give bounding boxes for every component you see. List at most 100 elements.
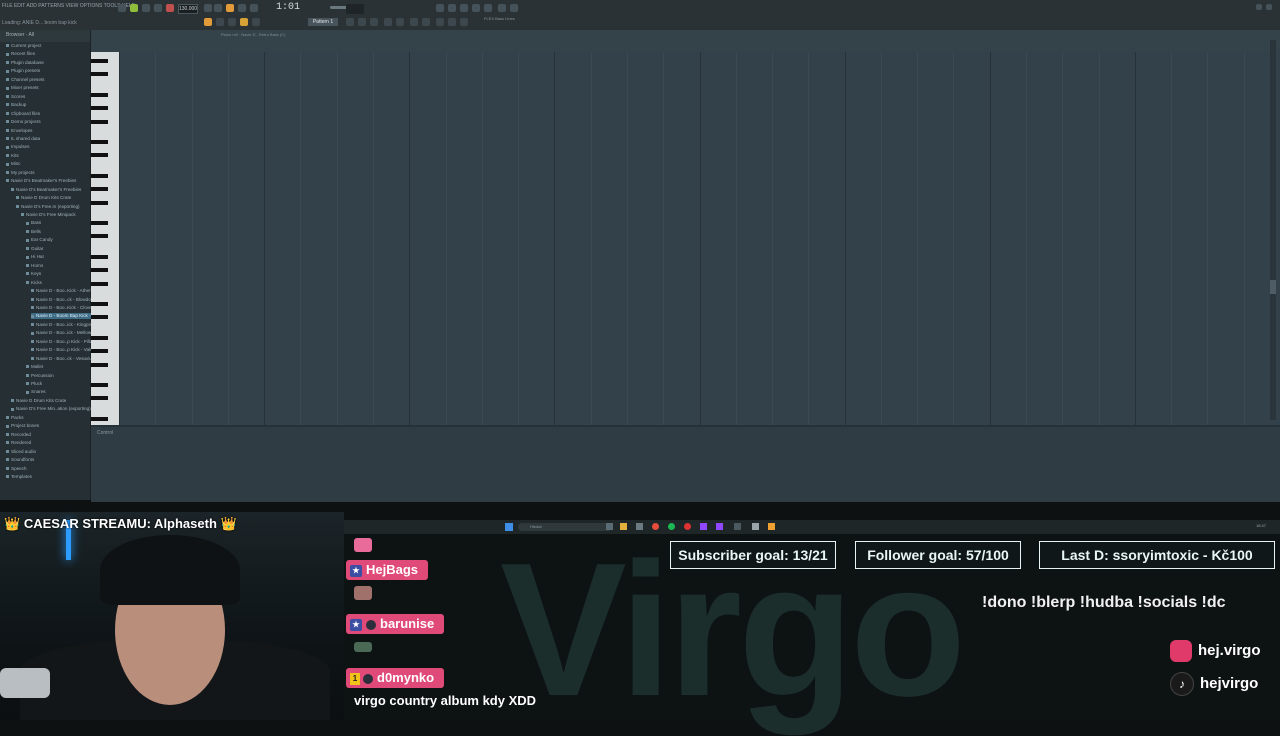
pencil-icon[interactable] [228,18,236,26]
play-button[interactable] [142,4,150,12]
pattern-selector[interactable]: Pattern 1 [308,18,338,26]
piano-roll-icon[interactable] [460,4,468,12]
minimize-icon[interactable] [1256,4,1262,10]
black-key[interactable] [91,119,108,124]
black-key[interactable] [91,349,108,353]
black-key[interactable] [91,153,108,158]
browser-item[interactable]: Soundfonts [6,457,34,463]
black-key[interactable] [91,234,108,239]
add-pattern-icon[interactable] [346,18,354,26]
browser-item[interactable]: Ear Candy [26,237,53,243]
countdown-icon[interactable] [226,4,234,12]
note-grid[interactable] [119,52,1280,425]
blend-icon[interactable] [238,4,246,12]
magnet-icon[interactable] [216,18,224,26]
pattern-song-toggle[interactable] [130,4,138,12]
browser-item[interactable]: IL shared data [6,136,40,142]
browser-item[interactable]: Plugin database [6,60,44,66]
browser-item[interactable]: Navie D - Boo..ick - Mellow [31,330,91,336]
browser-item[interactable]: Demo projects [6,119,41,125]
black-key[interactable] [91,58,108,63]
scrollbar-thumb[interactable] [1270,280,1276,294]
tool-icon[interactable] [370,18,378,26]
browser-item[interactable]: Navie D - Boo..Kick - Athena [31,288,94,294]
browser-item[interactable]: Speech [6,466,27,472]
black-key[interactable] [91,281,108,286]
browser-item[interactable]: Recent files [6,51,35,57]
browser-item[interactable]: Bass [26,220,41,226]
browser-title[interactable]: Browser · All [6,32,34,38]
browser-item[interactable]: Kits [6,153,19,159]
black-key[interactable] [91,301,108,306]
browser-item[interactable]: Navie D Drum Kits Crate [11,398,66,404]
wait-input-icon[interactable] [214,4,222,12]
browser-item[interactable]: Navie D Drum Kits Crate [16,195,71,201]
brush-icon[interactable] [240,18,248,26]
delete-icon[interactable] [252,18,260,26]
event-editor[interactable]: Control [91,425,1280,502]
tool-icon[interactable] [422,18,430,26]
browser-item[interactable]: Backup [6,102,26,108]
black-key[interactable] [91,396,108,401]
tool-icon[interactable] [448,18,456,26]
tool-icon[interactable] [460,18,468,26]
black-key[interactable] [91,315,108,320]
tempo-display[interactable]: 130.000 [178,4,198,14]
metronome-icon[interactable] [204,4,212,12]
browser-item[interactable]: Navie D's Beatmaker's Freebies [11,187,81,193]
browser-item[interactable]: Navie D's Free Min..ation (exporting) [11,406,91,412]
browser-item[interactable]: Navie D's Beatmaker's Freebies [6,178,76,184]
browser-item[interactable]: Clipboard files [6,111,40,117]
play-icon[interactable] [118,4,126,12]
black-key[interactable] [91,416,108,421]
snap-icon[interactable] [204,18,212,26]
record-icon[interactable] [166,4,174,12]
browser-item[interactable]: Packs [6,415,24,421]
browser-item[interactable]: Navie D - Boo..Kick - Clover [31,305,93,311]
browser-item[interactable]: Navie D's Free Minipack [21,212,76,218]
tool-icon[interactable] [436,18,444,26]
playlist-icon[interactable] [472,4,480,12]
browser-item[interactable]: Navie D's Free.m (exporting) [16,204,80,210]
black-key[interactable] [91,382,108,387]
black-key[interactable] [91,220,108,225]
browser-item[interactable]: Hi Hat [26,254,44,260]
loop-record-icon[interactable] [250,4,258,12]
browser-item[interactable]: Bells [26,229,41,235]
browser-item[interactable]: Guitar [26,246,44,252]
browser-item[interactable]: Sliced audio [6,449,36,455]
browser-item[interactable]: Kicks [26,280,42,286]
browser-item[interactable]: Keys [26,271,41,277]
browser-item[interactable]: Pluck [26,381,42,387]
black-key[interactable] [91,106,108,110]
browser-item[interactable]: Mallet [26,364,43,370]
tool-icon[interactable] [358,18,366,26]
browser-item[interactable]: Horns [26,263,43,269]
browser-item[interactable]: Recorded [6,432,31,438]
browser-item[interactable]: Channel presets [6,77,44,83]
browser-item[interactable]: Misc [6,161,20,167]
browser-item[interactable]: My projects [6,170,35,176]
browser-item[interactable]: Project bones [6,423,39,429]
vertical-scrollbar[interactable] [1270,40,1276,420]
browser-item[interactable]: Templates [6,474,32,480]
black-key[interactable] [91,187,108,191]
browser-item[interactable]: Navie D - Boo..ick - Kingpin [31,322,92,328]
black-key[interactable] [91,139,108,144]
browser-item[interactable]: Navie D - Boo..p Kick - Pillar [31,339,94,345]
browser-item[interactable]: Current project [6,43,41,49]
browser-item[interactable]: Percussion [26,373,54,379]
browser-item[interactable]: Mixer presets [6,85,39,91]
browser-item[interactable]: Envelopes [6,128,32,134]
main-menu[interactable]: FILE EDIT ADD PATTERNS VIEW OPTIONS TOOL… [2,3,135,9]
black-key[interactable] [91,268,108,272]
browser-item[interactable]: Navie D - Boo..ck - Vesuvius [31,356,94,362]
browser-item[interactable]: Navie D - Boo..ck - Blowdown [31,297,97,303]
browser-item[interactable]: Navie D - Boo..p Kick - Vale [31,347,93,353]
tool-icon[interactable] [396,18,404,26]
browser-item[interactable]: Rendered [6,440,31,446]
browser-icon[interactable] [484,4,492,12]
black-key[interactable] [91,254,108,259]
piano-keyboard[interactable] [91,52,119,452]
tool-icon[interactable] [384,18,392,26]
